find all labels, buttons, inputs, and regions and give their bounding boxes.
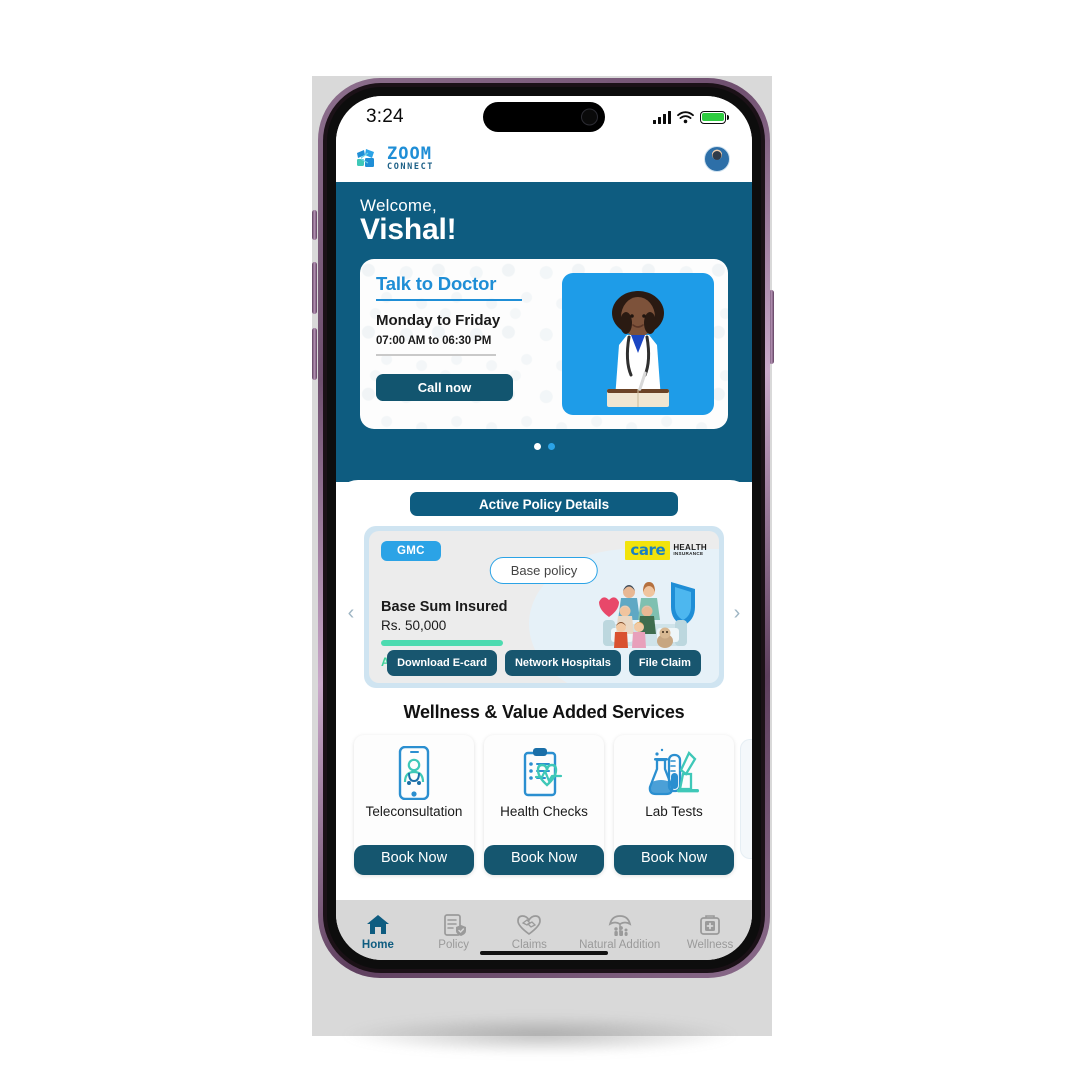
active-policy-details-title: Active Policy Details	[410, 492, 678, 516]
coverage-progress-bar	[381, 640, 503, 646]
base-policy-pill[interactable]: Base policy	[489, 557, 599, 584]
carousel-dot-2[interactable]	[547, 443, 555, 450]
battery-icon	[700, 110, 729, 124]
bottom-navigation-bar: Home Policy Claims Natural Addition Well…	[336, 900, 752, 960]
policy-card[interactable]: GMC care HEALTH INSURANCE Base policy Ba…	[369, 531, 719, 683]
wifi-icon	[677, 110, 694, 123]
nav-label: Home	[361, 939, 394, 951]
front-camera-icon	[581, 108, 598, 126]
hero-section: Welcome, Vishal! Talk to Doctor Monday t…	[336, 182, 752, 482]
wellness-card-lab-tests[interactable]: Lab Tests Book Now	[614, 735, 734, 875]
cellular-signal-icon	[653, 110, 671, 124]
home-icon	[366, 915, 389, 934]
policy-carousel: ‹ › GMC care HEALTH INSURANCE Base polic…	[336, 526, 752, 688]
status-indicators	[653, 110, 729, 124]
zoom-connect-logo-icon	[357, 149, 374, 167]
teleconsultation-icon	[393, 744, 435, 802]
status-bar: 3:24	[336, 96, 752, 136]
insurer-mark: care	[625, 541, 671, 561]
wellness-card-label: Health Checks	[500, 804, 588, 819]
talk-to-doctor-card[interactable]: Talk to Doctor Monday to Friday 07:00 AM…	[360, 259, 728, 429]
screenshot-stage: 3:24 ZOOM CONNECT Welcome, Vishal! Talk …	[0, 0, 1080, 1080]
chevron-left-icon[interactable]: ‹	[342, 602, 360, 624]
app-logo[interactable]: ZOOM CONNECT	[356, 146, 434, 172]
doctor-availability-days: Monday to Friday	[376, 312, 501, 329]
device-shadow	[340, 1015, 740, 1055]
wellness-card-label: Teleconsultation	[365, 804, 463, 819]
wellness-card-label: Lab Tests	[645, 804, 703, 819]
doctor-availability-hours: 07:00 AM to 06:30 PM	[376, 335, 492, 347]
chevron-right-icon[interactable]: ›	[728, 602, 746, 624]
health-checks-icon	[519, 744, 569, 802]
carousel-dot-1[interactable]	[533, 443, 541, 450]
nav-item-home[interactable]: Home	[352, 913, 404, 951]
nav-label: Wellness	[686, 939, 734, 951]
file-claim-button[interactable]: File Claim	[628, 650, 701, 676]
phone-volume-up[interactable]	[312, 262, 317, 314]
book-now-button-health-checks[interactable]: Book Now	[484, 845, 604, 875]
nav-label: Claims	[511, 939, 547, 951]
next-card-peek[interactable]	[740, 739, 752, 859]
dynamic-island	[483, 102, 605, 132]
insurer-line2: INSURANCE	[673, 551, 704, 557]
download-ecard-button[interactable]: Download E-card	[387, 650, 497, 676]
user-name: Vishal!	[360, 213, 457, 246]
wellness-section-title: Wellness & Value Added Services	[403, 702, 685, 722]
insurer-logo: care HEALTH INSURANCE	[625, 541, 707, 561]
title-underline	[376, 299, 522, 301]
app-header: ZOOM CONNECT	[336, 136, 752, 182]
nav-item-policy[interactable]: Policy	[428, 913, 480, 951]
family-protection-illustration	[585, 572, 713, 657]
umbrella-family-icon	[608, 915, 632, 936]
policy-action-buttons: Download E-card Network Hospitals File C…	[369, 650, 719, 676]
logo-secondary-text: CONNECT	[387, 162, 435, 173]
nav-item-natural-addition[interactable]: Natural Addition	[579, 913, 660, 951]
nav-item-wellness[interactable]: Wellness	[684, 913, 736, 951]
nav-item-claims[interactable]: Claims	[503, 913, 555, 951]
doctor-card-title: Talk to Doctor	[376, 273, 497, 294]
carousel-dots[interactable]	[360, 443, 728, 450]
policy-type-badge: GMC	[381, 541, 441, 561]
logo-primary-text: ZOOM	[387, 144, 432, 165]
policy-document-icon	[443, 914, 466, 936]
medical-kit-icon	[700, 915, 720, 935]
wellness-card-health-checks[interactable]: Health Checks Book Now	[484, 735, 604, 875]
claims-handshake-icon	[517, 915, 542, 936]
phone-mute-switch[interactable]	[312, 210, 317, 240]
phone-screen: 3:24 ZOOM CONNECT Welcome, Vishal! Talk …	[336, 96, 752, 960]
phone-volume-down[interactable]	[312, 328, 317, 380]
phone-device-frame: 3:24 ZOOM CONNECT Welcome, Vishal! Talk …	[318, 78, 770, 978]
network-hospitals-button[interactable]: Network Hospitals	[504, 650, 621, 676]
status-time: 3:24	[366, 106, 404, 127]
wellness-cards: Teleconsultation Book Now Health Checks …	[336, 735, 752, 875]
book-now-button-lab-tests[interactable]: Book Now	[614, 845, 734, 875]
user-avatar-icon[interactable]	[704, 146, 730, 172]
book-now-button-teleconsultation[interactable]: Book Now	[354, 845, 474, 875]
call-now-button[interactable]: Call now	[376, 373, 513, 401]
lab-tests-icon	[647, 744, 701, 802]
nav-label: Natural Addition	[579, 939, 661, 951]
nav-label: Policy	[438, 939, 469, 951]
home-indicator-bar	[480, 951, 608, 955]
doctor-photo	[562, 273, 714, 415]
wellness-card-teleconsultation[interactable]: Teleconsultation Book Now	[354, 735, 474, 875]
divider	[376, 354, 496, 356]
content-sheet: Active Policy Details ‹ › GMC care HEALT…	[336, 480, 752, 900]
